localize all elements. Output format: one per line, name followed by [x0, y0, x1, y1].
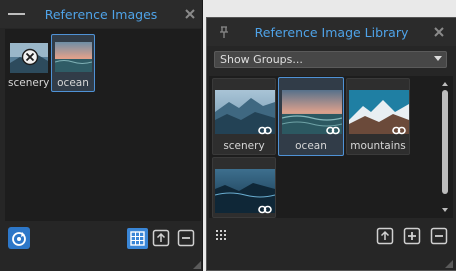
- library-image-thumb-selected[interactable]: ocean: [278, 77, 344, 156]
- thumb-label: ocean: [295, 140, 327, 152]
- remove-image-button[interactable]: [430, 227, 448, 245]
- panel-titlebar[interactable]: Reference Image Library: [207, 18, 456, 46]
- link-icon: [258, 205, 272, 214]
- resize-grip-icon[interactable]: [445, 260, 453, 268]
- minus-icon: [430, 227, 448, 245]
- link-icon: [326, 126, 340, 135]
- close-icon[interactable]: [184, 8, 196, 20]
- import-image-button[interactable]: [376, 227, 394, 245]
- add-image-button[interactable]: [152, 229, 170, 247]
- ocean-image: [55, 42, 92, 72]
- link-icon: [258, 126, 272, 135]
- scenery-image: [10, 43, 48, 73]
- scroll-down-icon[interactable]: [441, 206, 449, 214]
- library-scrollbar[interactable]: [440, 78, 450, 216]
- thumb-label: ocean: [57, 77, 89, 89]
- close-icon[interactable]: [433, 26, 445, 38]
- plus-icon: [403, 227, 421, 245]
- show-groups-dropdown[interactable]: Show Groups...: [214, 51, 447, 68]
- chevron-down-icon: [434, 56, 442, 61]
- grid-dots-icon: [216, 230, 226, 240]
- grid-icon: [130, 231, 145, 246]
- reference-images-panel: Reference Images scenery ocean: [0, 0, 203, 271]
- thumb-label: scenery: [223, 140, 265, 152]
- reference-images-area: scenery ocean: [5, 29, 201, 221]
- import-icon: [376, 227, 394, 245]
- minus-icon: [177, 229, 195, 247]
- library-image-thumb[interactable]: mountains: [346, 78, 410, 155]
- reference-image-thumb[interactable]: scenery: [7, 34, 49, 92]
- library-image-thumb[interactable]: [212, 157, 276, 218]
- import-icon: [152, 229, 170, 247]
- add-image-button[interactable]: [403, 227, 421, 245]
- panel-title: Reference Image Library: [254, 25, 409, 40]
- link-icon: [392, 126, 406, 135]
- reference-image-mode-button[interactable]: [8, 227, 30, 249]
- remove-image-button[interactable]: [177, 229, 195, 247]
- library-image-thumb[interactable]: scenery: [212, 78, 276, 155]
- view-options-button[interactable]: [215, 229, 228, 242]
- scroll-up-icon[interactable]: [441, 80, 449, 88]
- reference-brush-icon: [12, 232, 26, 246]
- panel-title: Reference Images: [44, 7, 158, 22]
- resize-grip-icon[interactable]: [193, 261, 201, 269]
- reference-image-library-panel: Reference Image Library Show Groups... s…: [206, 17, 456, 271]
- dropdown-value: Show Groups...: [220, 53, 303, 66]
- thumb-label: mountains: [350, 140, 406, 152]
- library-images-area: scenery ocean mountains: [209, 76, 453, 218]
- scrollbar-thumb[interactable]: [442, 90, 448, 194]
- grid-view-button[interactable]: [127, 228, 148, 249]
- reference-image-thumb-selected[interactable]: ocean: [51, 34, 95, 92]
- thumb-label: scenery: [8, 77, 50, 89]
- panel-titlebar[interactable]: Reference Images: [0, 0, 202, 28]
